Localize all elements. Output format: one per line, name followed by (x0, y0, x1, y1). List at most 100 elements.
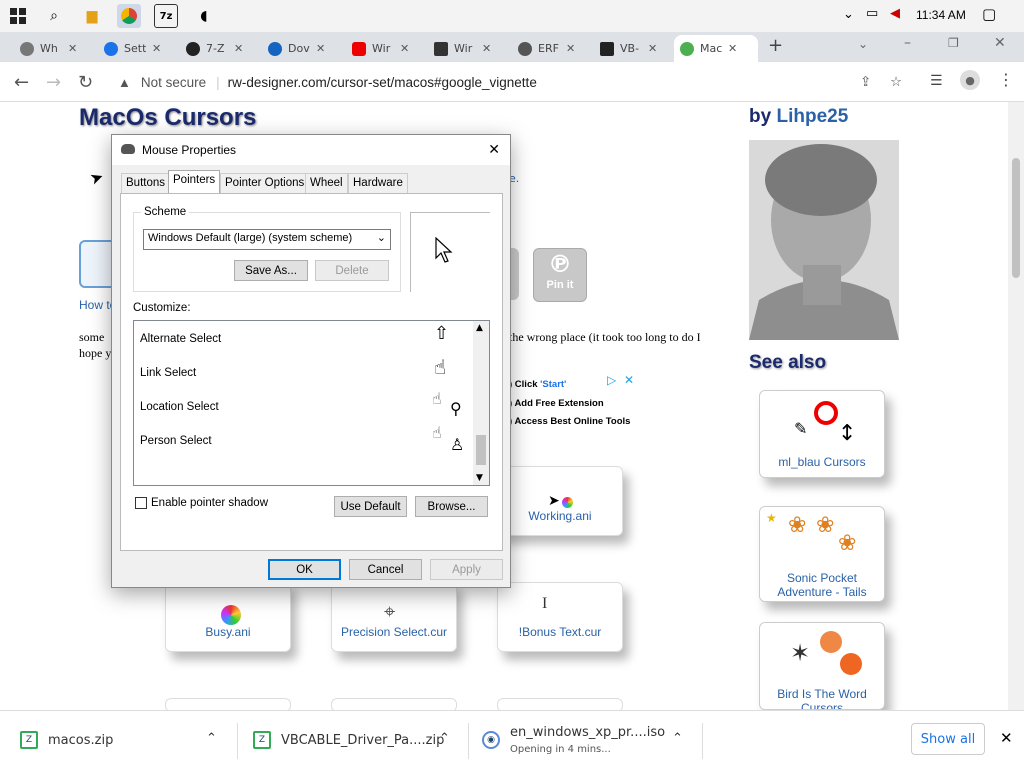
use-default-button[interactable]: Use Default (334, 496, 407, 517)
dialog-titlebar[interactable]: Mouse Properties ✕ (112, 135, 510, 165)
menu-kebab-icon[interactable]: ⋮ (998, 70, 1014, 89)
close-icon[interactable]: ✕ (488, 141, 500, 158)
clock[interactable]: 11:34 AM (916, 8, 966, 22)
chevron-up-icon[interactable]: ▲ (476, 323, 483, 333)
ad-link[interactable]: 'Start' (540, 379, 566, 390)
pinterest-button[interactable]: ℗ Pin it (533, 248, 587, 302)
close-shelf-icon[interactable]: ✕ (1000, 729, 1013, 747)
tab-hardware[interactable]: Hardware (348, 173, 408, 193)
list-item[interactable]: Location Select (140, 401, 219, 413)
list-item[interactable]: Link Select (140, 367, 196, 379)
apply-button[interactable]: Apply (430, 559, 503, 580)
new-tab-icon[interactable]: + (768, 35, 783, 56)
tab-pointer-options[interactable]: Pointer Options (220, 173, 310, 193)
list-item[interactable]: Person Select (140, 435, 212, 447)
tab-wheel[interactable]: Wheel (305, 173, 348, 193)
tab-buttons[interactable]: Buttons (121, 173, 170, 193)
browser-tab-3[interactable]: 7-Z ✕ (180, 35, 260, 62)
mouse-icon (121, 144, 135, 154)
cursor-list[interactable]: Alternate Select Link Select Location Se… (133, 320, 490, 486)
share-icon[interactable]: ⇪ (860, 74, 871, 90)
chevron-up-icon[interactable]: ⌃ (439, 731, 450, 746)
chevron-down-icon[interactable]: ▼ (476, 473, 483, 483)
chevron-up-icon[interactable]: ⌄ (843, 7, 854, 22)
download-item-1[interactable]: Z macos.zip ⌃ (20, 711, 235, 769)
close-tab-icon[interactable]: ✕ (234, 42, 243, 55)
url-text: rw-designer.com/cursor-set/macos#google_… (227, 74, 537, 90)
scrollbar-thumb[interactable] (1012, 158, 1020, 278)
browse-button[interactable]: Browse... (415, 496, 488, 517)
tab-pointers[interactable]: Pointers (168, 170, 221, 194)
windows-start-icon[interactable] (6, 4, 30, 28)
close-tab-icon[interactable]: ✕ (728, 42, 737, 55)
tab-favicon-icon (20, 41, 34, 56)
download-status: Opening in 4 mins... (510, 744, 611, 755)
file-explorer-icon[interactable]: ▆ (80, 4, 104, 28)
browser-tab-8[interactable]: VB- ✕ (594, 35, 674, 62)
window-close-icon[interactable]: ✕ (994, 35, 1006, 51)
tab-search-icon[interactable]: ⌄ (858, 37, 868, 51)
omnibox[interactable]: ▲ Not secure | rw-designer.com/cursor-se… (110, 68, 940, 96)
browser-tab-6[interactable]: Wir ✕ (428, 35, 508, 62)
reading-list-icon[interactable]: ☰ (930, 73, 943, 89)
scheme-select[interactable]: Windows Default (large) (system scheme) … (143, 229, 391, 250)
download-item-3[interactable]: ◉ en_windows_xp_pr....iso Opening in 4 m… (482, 711, 700, 769)
network-icon[interactable]: ▭ (866, 6, 878, 21)
chevron-up-icon[interactable]: ⌃ (206, 731, 217, 746)
list-scrollbar[interactable]: ▲ ▼ (473, 321, 489, 485)
cursor-card-busy[interactable]: Busy.ani (165, 582, 291, 652)
chevron-up-icon[interactable]: ⌃ (672, 731, 683, 746)
close-tab-icon[interactable]: ✕ (68, 42, 77, 55)
restore-icon[interactable]: ❐ (948, 36, 959, 50)
browser-tab-1[interactable]: Wh ✕ (14, 35, 94, 62)
see-also-card-3[interactable]: ✶ Bird Is The Word Cursors (759, 622, 885, 710)
cursor-card-precision[interactable]: ⌖ Precision Select.cur (331, 582, 457, 652)
mouse-icon[interactable]: ◖ (192, 4, 216, 28)
close-tab-icon[interactable]: ✕ (566, 42, 575, 55)
list-item[interactable]: Alternate Select (140, 333, 221, 345)
cursor-card-working[interactable]: ➤ Working.ani (497, 466, 623, 536)
volume-muted-icon[interactable]: ◀ (890, 6, 900, 21)
notifications-icon[interactable]: ▢ (982, 5, 996, 23)
profile-icon[interactable]: ● (960, 70, 980, 90)
browser-tab-4[interactable]: Dov ✕ (262, 35, 342, 62)
cursor-card-text[interactable]: I !Bonus Text.cur (497, 582, 623, 652)
close-tab-icon[interactable]: ✕ (316, 42, 325, 55)
ad-choices-icon[interactable]: ▷ (607, 373, 616, 387)
back-icon[interactable]: ← (14, 72, 29, 93)
reload-icon[interactable]: ↻ (78, 72, 93, 93)
close-tab-icon[interactable]: ✕ (482, 42, 491, 55)
minimize-icon[interactable]: – (904, 35, 911, 51)
browser-tab-active[interactable]: Mac ✕ (674, 35, 758, 62)
browser-tab-5[interactable]: Wir ✕ (346, 35, 426, 62)
search-icon[interactable]: ⌕ (42, 4, 66, 28)
close-tab-icon[interactable]: ✕ (400, 42, 409, 55)
forward-icon[interactable]: → (46, 72, 61, 93)
author-avatar[interactable] (749, 140, 899, 340)
bookmark-star-icon[interactable]: ☆ (890, 74, 902, 90)
download-item-2[interactable]: Z VBCABLE_Driver_Pa....zip ⌃ (253, 711, 465, 769)
close-tab-icon[interactable]: ✕ (152, 42, 161, 55)
ad-close-icon[interactable]: ✕ (624, 373, 634, 387)
browser-tab-7[interactable]: ERF ✕ (512, 35, 592, 62)
7zip-icon[interactable]: 7z (154, 4, 178, 28)
alternate-select-arrow-icon: ⇧ (434, 323, 450, 344)
scrollbar-thumb[interactable] (476, 435, 486, 465)
show-all-button[interactable]: Show all (911, 723, 985, 755)
author-link[interactable]: Lihpe25 (776, 106, 848, 127)
checkbox-box[interactable] (135, 497, 147, 509)
pointer-shadow-checkbox[interactable]: Enable pointer shadow (135, 497, 268, 509)
cancel-button[interactable]: Cancel (349, 559, 422, 580)
chrome-icon[interactable] (117, 4, 141, 28)
save-as-button[interactable]: Save As... (234, 260, 308, 281)
label-line-2: Adventure - Tails (777, 585, 867, 599)
ok-button[interactable]: OK (268, 559, 341, 580)
page-scrollbar[interactable] (1008, 102, 1024, 710)
working-cursor-icon: ➤ (548, 493, 560, 509)
close-tab-icon[interactable]: ✕ (648, 42, 657, 55)
see-also-card-2[interactable]: ★ ❀ ❀ ❀ Sonic Pocket Adventure - Tails (759, 506, 885, 602)
delete-button[interactable]: Delete (315, 260, 389, 281)
see-also-card-1[interactable]: ✎ ↕ ml_blau Cursors (759, 390, 885, 478)
browser-tab-2[interactable]: Sett ✕ (98, 35, 178, 62)
description-text: some (79, 330, 105, 344)
